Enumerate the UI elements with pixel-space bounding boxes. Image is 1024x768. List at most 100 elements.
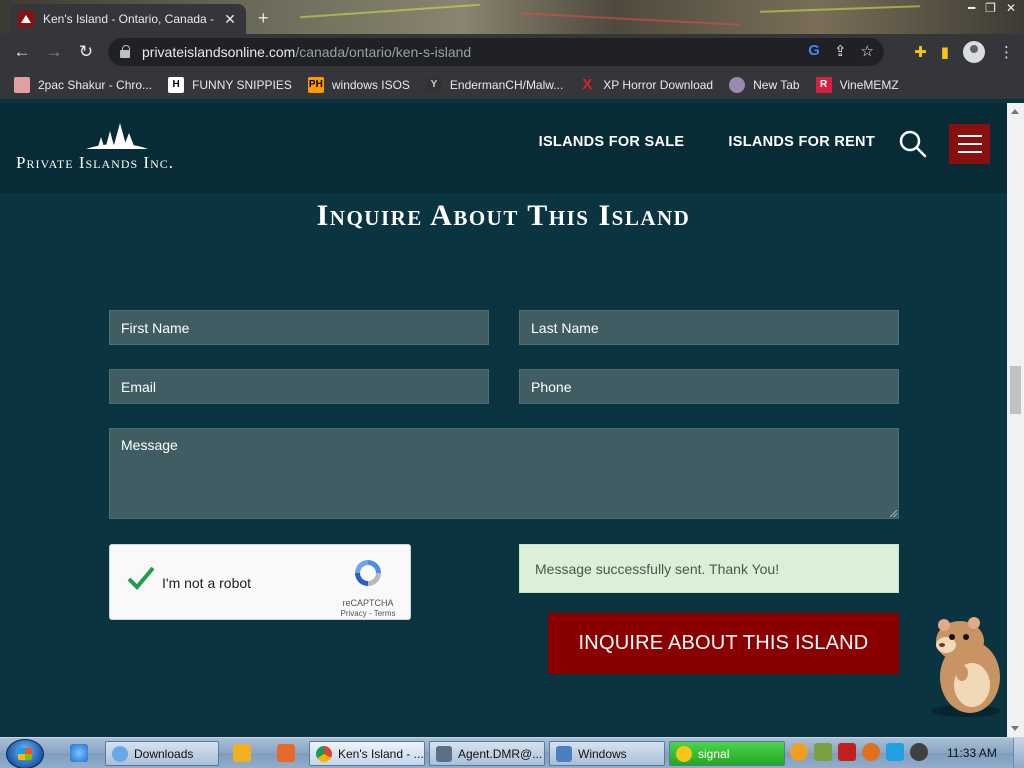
taskbar-item-chrome[interactable]: Ken's Island - ... (309, 741, 425, 766)
taskbar-item-agent[interactable]: Agent.DMR@... (429, 741, 545, 766)
inquire-submit-button[interactable]: INQUIRE ABOUT THIS ISLAND (548, 613, 899, 674)
taskbar-clock[interactable]: 11:33 AM (947, 746, 997, 760)
page-scrollbar[interactable] (1007, 103, 1024, 737)
close-tab-icon[interactable]: ✕ (222, 11, 238, 28)
site-header: Private Islands Inc. ISLANDS FOR SALE IS… (0, 103, 1007, 193)
tray-app-icon[interactable] (814, 743, 832, 761)
scroll-up-icon[interactable] (1011, 109, 1019, 114)
bookmark-item[interactable]: 2pac Shakur - Chro... (14, 76, 153, 93)
bookmark-label: New Tab (753, 77, 800, 92)
tray-volume-icon[interactable] (910, 743, 928, 761)
taskbar-item-label: Ken's Island - ... (338, 746, 424, 761)
email-field[interactable]: Email (109, 369, 489, 404)
tray-monitor-icon[interactable] (886, 743, 904, 761)
bookmark-item[interactable]: X XP Horror Download (579, 76, 714, 93)
form-heading: Inquire About This Island (316, 199, 691, 232)
signal-icon (676, 745, 692, 762)
window-controls: ━ ❐ ✕ (968, 1, 1016, 15)
bookmarks-bar: 2pac Shakur - Chro... H FUNNY SNIPPIES P… (0, 70, 1024, 99)
bookmark-yp-icon: Y (425, 76, 442, 93)
reload-icon[interactable]: ↻ (70, 42, 102, 62)
scrollbar-thumb[interactable] (1010, 366, 1021, 414)
google-icon[interactable]: G (808, 42, 820, 60)
success-alert: Message successfully sent. Thank You! (519, 544, 899, 593)
taskbar-item-downloads[interactable]: Downloads (105, 741, 219, 766)
bookmark-item[interactable]: H FUNNY SNIPPIES (168, 76, 292, 93)
phone-field[interactable]: Phone (519, 369, 899, 404)
maximize-icon[interactable]: ❐ (985, 1, 996, 15)
taskbar-item-label: Downloads (134, 746, 194, 761)
message-field[interactable]: Message (109, 428, 899, 519)
tray-v-icon[interactable] (838, 743, 856, 761)
taskbar-item-label: Windows (578, 746, 627, 761)
resize-handle-icon[interactable] (890, 510, 897, 517)
message-placeholder: Message (121, 437, 178, 453)
web-page: Private Islands Inc. ISLANDS FOR SALE IS… (0, 103, 1007, 737)
browser-tab-active[interactable]: Ken's Island - Ontario, Canada - ✕ (10, 4, 246, 34)
bookmark-item[interactable]: R VineMEMZ (815, 76, 899, 93)
internet-explorer-icon[interactable] (70, 744, 88, 762)
back-icon[interactable]: ← (6, 42, 38, 62)
folder-icon (112, 745, 128, 762)
paint-icon[interactable] (277, 744, 295, 762)
bookmark-label: EndermanCH/Malw... (449, 77, 564, 92)
nav-islands-for-sale[interactable]: ISLANDS FOR SALE (539, 134, 685, 150)
share-icon[interactable]: ⇪ (834, 42, 847, 60)
extensions-icon[interactable]: ✚ (914, 43, 927, 61)
new-tab-icon[interactable]: + (258, 8, 269, 29)
url-host: privateislandsonline.com (142, 44, 296, 60)
forward-icon[interactable]: → (38, 42, 70, 62)
close-window-icon[interactable]: ✕ (1006, 1, 1016, 15)
menu-hamburger-icon[interactable] (949, 124, 990, 164)
browser-toolbar: ← → ↻ privateislandsonline.com/canada/on… (0, 34, 1024, 70)
search-icon[interactable] (899, 130, 927, 158)
browser-tab-strip: Ken's Island - Ontario, Canada - ✕ + ━ ❐… (0, 0, 1024, 34)
bookmark-x-icon: X (582, 76, 593, 93)
nav-islands-for-rent[interactable]: ISLANDS FOR RENT (728, 134, 875, 150)
recaptcha-links[interactable]: Privacy - Terms (338, 609, 398, 618)
checkmark-icon[interactable] (126, 565, 156, 591)
bookmark-item[interactable]: New Tab (729, 76, 800, 93)
taskbar-item-signal[interactable]: signal (669, 741, 785, 766)
media-player-icon[interactable] (233, 744, 251, 762)
recaptcha-widget[interactable]: I'm not a robot reCAPTCHA Privacy - Term… (109, 544, 411, 620)
side-panel-icon[interactable]: ▮ (941, 43, 949, 61)
windows-taskbar: Downloads Ken's Island - ... Agent.DMR@.… (0, 737, 1024, 768)
start-button[interactable] (6, 739, 44, 768)
logo-text: Private Islands Inc. (16, 153, 174, 172)
bookmark-item[interactable]: Y EndermanCH/Malw... (425, 76, 564, 93)
bookmark-label: XP Horror Download (603, 77, 714, 92)
hamster-mascot-icon (932, 617, 1000, 717)
first-name-field[interactable]: First Name (109, 310, 489, 345)
taskbar-item-windows[interactable]: Windows (549, 741, 665, 766)
chrome-icon (316, 745, 332, 762)
bookmark-item[interactable]: PH windows ISOS (307, 76, 410, 93)
captcha-label: I'm not a robot (162, 575, 252, 591)
address-bar[interactable]: privateislandsonline.com/canada/ontario/… (108, 38, 884, 66)
scroll-down-icon[interactable] (1011, 726, 1019, 731)
bookmark-ph-icon: PH (307, 76, 324, 93)
tab-title: Ken's Island - Ontario, Canada - (43, 12, 215, 26)
bookmark-label: 2pac Shakur - Chro... (38, 77, 153, 92)
show-desktop-button[interactable] (1013, 738, 1024, 768)
main-nav: ISLANDS FOR SALE ISLANDS FOR RENT (539, 134, 875, 150)
site-logo[interactable]: Private Islands Inc. (16, 121, 216, 173)
recaptcha-logo-icon (355, 560, 381, 586)
bookmark-star-icon[interactable]: ☆ (861, 42, 874, 60)
window-icon (436, 745, 452, 762)
lock-icon (120, 45, 130, 58)
profile-avatar-icon[interactable] (963, 41, 985, 63)
browser-menu-icon[interactable]: ⋮ (999, 43, 1014, 61)
bookmark-label: windows ISOS (331, 77, 410, 92)
windows-app-icon (556, 745, 572, 762)
tray-avast-icon[interactable] (790, 743, 808, 761)
site-favicon-icon (18, 11, 34, 27)
last-name-field[interactable]: Last Name (519, 310, 899, 345)
recaptcha-brand: reCAPTCHA Privacy - Terms (338, 557, 398, 618)
recaptcha-name: reCAPTCHA (342, 598, 394, 608)
tray-search-icon[interactable] (862, 743, 880, 761)
bookmark-2pac-icon (14, 76, 30, 93)
taskbar-item-label: signal (698, 746, 730, 761)
url-path: /canada/ontario/ken-s-island (295, 44, 472, 60)
minimize-icon[interactable]: ━ (968, 1, 975, 15)
